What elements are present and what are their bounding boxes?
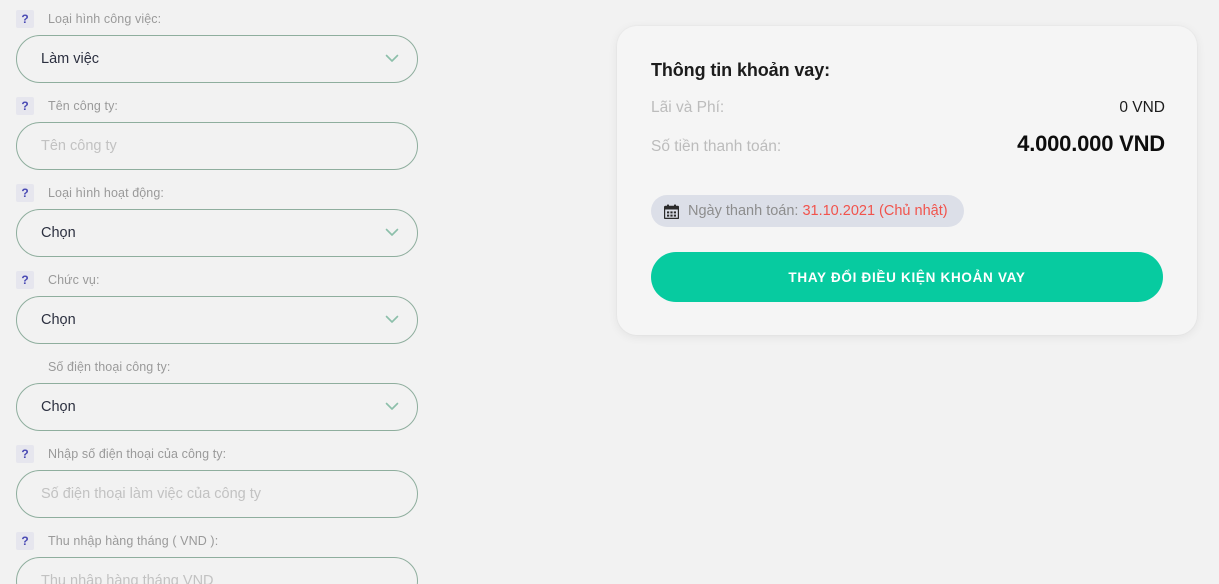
loan-summary-card: Thông tin khoản vay: Lãi và Phí: 0 VND Số … (617, 26, 1197, 335)
field-label: Loại hình hoạt động: (48, 186, 164, 200)
field-label: Chức vụ: (48, 273, 100, 287)
chevron-down-icon (385, 399, 399, 413)
selected-value: Chọn (41, 312, 76, 328)
form-field: ? Loại hình hoạt động: Chọn (0, 182, 430, 257)
field-label: Nhập số điện thoại của công ty: (48, 447, 227, 461)
field-label-row: ? Số điện thoại công ty: (0, 356, 430, 378)
help-icon-placeholder: ? (16, 358, 34, 376)
help-icon[interactable]: ? (16, 97, 34, 115)
help-icon[interactable]: ? (16, 10, 34, 28)
selected-value: Chọn (41, 399, 76, 415)
help-icon[interactable]: ? (16, 184, 34, 202)
summary-row-value: 0 VND (1119, 99, 1165, 116)
form-field: ? Tên công ty: Tên công ty (0, 95, 430, 170)
form-field: ? Số điện thoại công ty: Chọn (0, 356, 430, 431)
help-icon[interactable]: ? (16, 271, 34, 289)
select-field[interactable]: Làm việc (16, 35, 418, 83)
summary-row-value: 4.000.000 VND (1017, 131, 1165, 156)
change-loan-conditions-button[interactable]: Thay đổi điều kiện khoản vay (651, 252, 1163, 302)
field-label: Loại hình công việc: (48, 12, 162, 26)
payment-date-pill: Ngày thanh toán: 31.10.2021 (Chủ nhật) (651, 195, 964, 227)
field-label: Số điện thoại công ty: (48, 360, 171, 374)
card-title: Thông tin khoản vay: (651, 60, 831, 80)
help-icon[interactable]: ? (16, 445, 34, 463)
form-field: ? Thu nhập hàng tháng ( VND ): Thu nhập hà… (0, 530, 430, 584)
field-label-row: ? Loại hình hoạt động: (0, 182, 430, 204)
field-label-row: ? Nhập số điện thoại của công ty: (0, 443, 430, 465)
field-label-row: ? Chức vụ: (0, 269, 430, 291)
payment-date-value: 31.10.2021 (Chủ nhật) (802, 203, 948, 219)
input-placeholder: Số điện thoại làm việc của công ty (41, 486, 262, 502)
app-screen: ? Loại hình công việc: Làm việc? Tên công t… (0, 0, 1219, 584)
input-placeholder: Tên công ty (41, 138, 117, 154)
field-label-row: ? Loại hình công việc: (0, 8, 430, 30)
summary-rows: Lãi và Phí: 0 VND Số tiền thanh toán: 4.000… (651, 99, 1165, 171)
field-label: Tên công ty: (48, 99, 118, 113)
summary-row-label: Lãi và Phí: (651, 99, 725, 116)
select-field[interactable]: Chọn (16, 383, 418, 431)
payment-date-label: Ngày thanh toán: (688, 203, 799, 219)
select-field[interactable]: Chọn (16, 296, 418, 344)
text-input[interactable]: Tên công ty (16, 122, 418, 170)
field-label-row: ? Thu nhập hàng tháng ( VND ): (0, 530, 430, 552)
help-icon[interactable]: ? (16, 532, 34, 550)
select-field[interactable]: Chọn (16, 209, 418, 257)
field-label-row: ? Tên công ty: (0, 95, 430, 117)
summary-row: Lãi và Phí: 0 VND (651, 99, 1165, 131)
text-input[interactable]: Thu nhập hàng tháng VND (16, 557, 418, 584)
form-field: ? Chức vụ: Chọn (0, 269, 430, 344)
field-label: Thu nhập hàng tháng ( VND ): (48, 534, 219, 548)
calendar-icon (664, 204, 679, 219)
selected-value: Chọn (41, 225, 76, 241)
chevron-down-icon (385, 51, 399, 65)
input-placeholder: Thu nhập hàng tháng VND (41, 573, 214, 584)
summary-row-label: Số tiền thanh toán: (651, 138, 782, 155)
form-field: ? Loại hình công việc: Làm việc (0, 8, 430, 83)
selected-value: Làm việc (41, 51, 100, 67)
chevron-down-icon (385, 225, 399, 239)
employment-form: ? Loại hình công việc: Làm việc? Tên công t… (0, 0, 430, 584)
text-input[interactable]: Số điện thoại làm việc của công ty (16, 470, 418, 518)
form-field: ? Nhập số điện thoại của công ty: Số điện … (0, 443, 430, 518)
summary-row: Số tiền thanh toán: 4.000.000 VND (651, 131, 1165, 171)
chevron-down-icon (385, 312, 399, 326)
